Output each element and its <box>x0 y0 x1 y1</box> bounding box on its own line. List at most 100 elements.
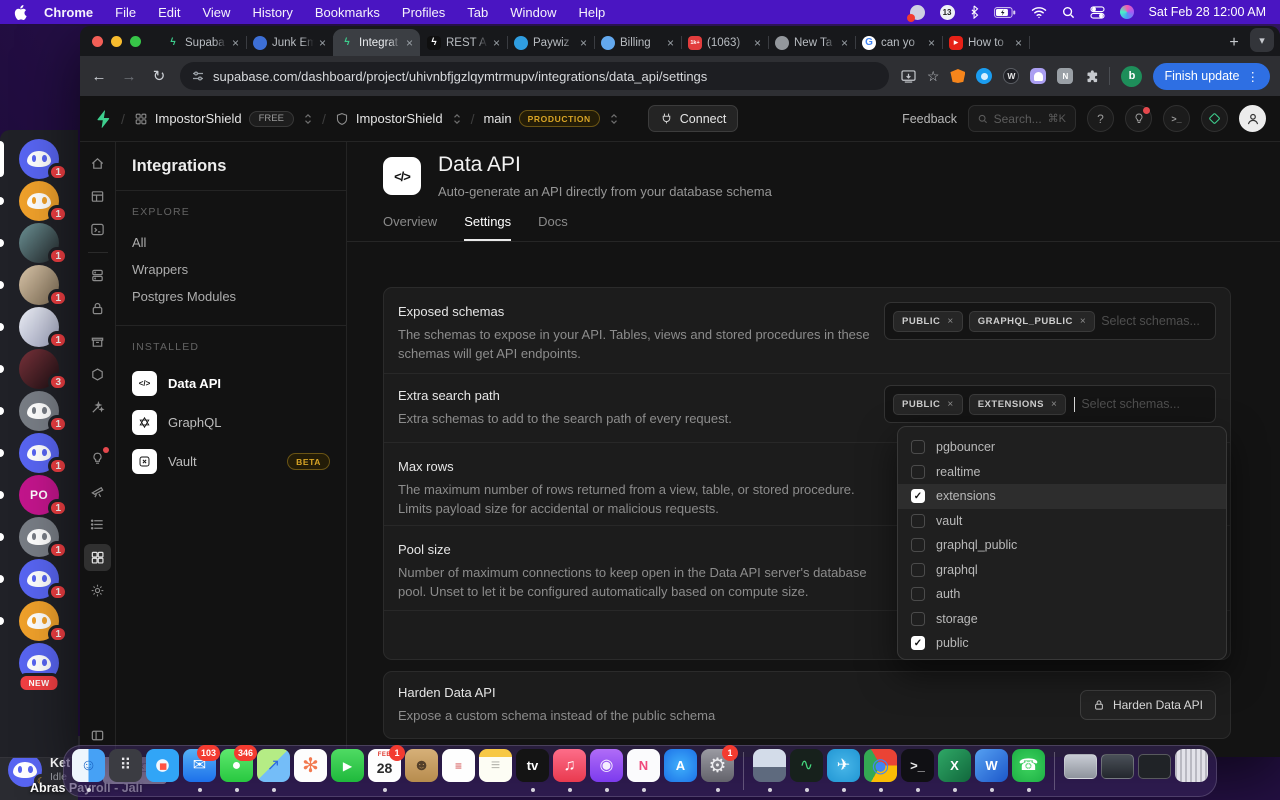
terminal-button[interactable]: >_ <box>1163 105 1190 132</box>
menu-item[interactable]: History <box>252 5 292 20</box>
dock-messages[interactable]: 346 ● <box>220 749 253 793</box>
checkbox[interactable]: ✓ <box>911 514 925 528</box>
menu-item[interactable]: Profiles <box>402 5 445 20</box>
dock-maps[interactable]: ↗ <box>257 749 290 793</box>
remove-tag-icon[interactable]: × <box>1051 399 1057 410</box>
remove-tag-icon[interactable]: × <box>947 399 953 410</box>
dock-excel[interactable]: X <box>938 749 971 793</box>
bluetooth-icon[interactable] <box>970 5 979 19</box>
menu-item[interactable]: Help <box>579 5 606 20</box>
extensions-puzzle-icon[interactable] <box>1084 69 1098 83</box>
assistant-button[interactable] <box>1201 105 1228 132</box>
dock-reminders[interactable]: ≡ <box>442 749 475 793</box>
schema-option[interactable]: ✓ extensions <box>898 484 1226 509</box>
browser-menu-icon[interactable]: ⋮ <box>1247 69 1260 84</box>
page-tab[interactable]: Docs <box>538 214 568 241</box>
dock-telegram[interactable]: ✈ <box>827 749 860 793</box>
browser-tab[interactable]: G can yo × <box>855 29 942 56</box>
browser-tab[interactable]: ϟ REST A × <box>420 29 507 56</box>
tab-close-icon[interactable]: × <box>580 36 587 50</box>
checkbox[interactable]: ✓ <box>911 489 925 503</box>
dock-settings[interactable]: 1 ⚙ <box>701 749 734 793</box>
install-app-icon[interactable] <box>901 70 916 83</box>
schema-tag[interactable]: PUBLIC× <box>893 394 963 415</box>
browser-tab[interactable]: ϟ Supaba × <box>159 29 246 56</box>
dock-trash[interactable] <box>1175 749 1208 793</box>
auth-nav-icon[interactable] <box>84 295 111 322</box>
tab-close-icon[interactable]: × <box>493 36 500 50</box>
connect-button[interactable]: Connect <box>648 105 739 132</box>
menu-item[interactable]: View <box>202 5 230 20</box>
checkbox[interactable]: ✓ <box>911 587 925 601</box>
dock-podcasts[interactable]: ◉ <box>590 749 623 793</box>
dock-finder[interactable]: ☺ <box>72 749 105 793</box>
dock-calendar[interactable]: 1 FEB 28 <box>368 749 401 793</box>
menu-item[interactable]: Tab <box>467 5 488 20</box>
dock-chrome[interactable]: ◉ <box>864 749 897 793</box>
checkbox[interactable]: ✓ <box>911 440 925 454</box>
org-breadcrumb[interactable]: ImpostorShield FREE <box>134 111 313 127</box>
sidebar-item[interactable]: Wrappers <box>132 256 330 283</box>
exposed-schemas-input[interactable]: PUBLIC× GRAPHQL_PUBLIC× Select schemas..… <box>884 302 1216 340</box>
control-center-icon[interactable] <box>1090 6 1105 19</box>
dock-minimized-window-2[interactable] <box>1101 749 1134 793</box>
blue-extension-icon[interactable] <box>976 68 992 84</box>
branch-switcher-icon[interactable] <box>609 112 619 126</box>
dock-minimized-window-1[interactable] <box>1064 749 1097 793</box>
browser-tab[interactable]: ϟ Integrat × <box>333 29 420 56</box>
app-status-icon[interactable] <box>910 5 925 20</box>
sidebar-item[interactable]: Postgres Modules <box>132 283 330 310</box>
dock-safari[interactable]: ◆ <box>146 749 179 793</box>
menu-bar-clock[interactable]: Sat Feb 28 12:00 AM <box>1149 5 1266 19</box>
dock-preview-image[interactable] <box>753 749 786 793</box>
tab-close-icon[interactable]: × <box>754 36 761 50</box>
discord-server-1[interactable]: 1 <box>0 138 78 180</box>
schema-tag[interactable]: EXTENSIONS× <box>969 394 1067 415</box>
checkbox[interactable]: ✓ <box>911 612 925 626</box>
browser-tab[interactable]: 1k+ (1063) × <box>681 29 768 56</box>
dock-tv[interactable]: tv <box>516 749 549 793</box>
tab-close-icon[interactable]: × <box>1015 36 1022 50</box>
schema-option[interactable]: ✓ auth <box>898 582 1226 607</box>
storage-nav-icon[interactable] <box>84 328 111 355</box>
profile-avatar[interactable]: b <box>1121 66 1142 87</box>
forward-button[interactable]: → <box>120 68 138 85</box>
checkbox[interactable]: ✓ <box>911 538 925 552</box>
project-settings-nav-icon[interactable] <box>84 577 111 604</box>
discord-server-10[interactable]: 1 <box>0 516 78 558</box>
dock-contacts[interactable]: ☻ <box>405 749 438 793</box>
address-bar[interactable]: supabase.com/dashboard/project/uhivnbfjg… <box>180 62 889 90</box>
minimize-window-button[interactable] <box>111 36 122 47</box>
schema-tag[interactable]: GRAPHQL_PUBLIC× <box>969 311 1096 332</box>
realtime-nav-icon[interactable] <box>84 394 111 421</box>
help-button[interactable]: ? <box>1087 105 1114 132</box>
checkbox[interactable]: ✓ <box>911 465 925 479</box>
discord-server-7[interactable]: 1 <box>0 390 78 432</box>
database-nav-icon[interactable] <box>84 262 111 289</box>
org-switcher-icon[interactable] <box>303 112 313 126</box>
branch-breadcrumb[interactable]: main PRODUCTION <box>483 110 618 127</box>
dock-activity-monitor[interactable]: ∿ <box>790 749 823 793</box>
wifi-icon[interactable] <box>1031 6 1047 18</box>
spotlight-search-icon[interactable] <box>1062 6 1075 19</box>
tab-search-button[interactable]: ▾ <box>1250 28 1274 52</box>
schema-option[interactable]: ✓ vault <box>898 509 1226 534</box>
project-breadcrumb[interactable]: ImpostorShield <box>335 111 462 126</box>
battery-icon[interactable] <box>994 7 1016 18</box>
menu-item[interactable]: File <box>115 5 136 20</box>
schema-tag[interactable]: PUBLIC× <box>893 311 963 332</box>
harden-data-api-button[interactable]: Harden Data API <box>1080 690 1216 720</box>
dock-terminal[interactable]: >_ <box>901 749 934 793</box>
menu-item[interactable]: Edit <box>158 5 180 20</box>
discord-server-5[interactable]: 1 <box>0 306 78 348</box>
gray-extension-icon[interactable]: N <box>1057 68 1073 84</box>
account-avatar[interactable] <box>1239 105 1266 132</box>
search-input[interactable]: Search... ⌘K <box>968 105 1076 132</box>
sidebar-item-data-api[interactable]: </> Data API <box>132 364 330 403</box>
page-tab[interactable]: Settings <box>464 214 511 241</box>
dock-word[interactable]: W <box>975 749 1008 793</box>
menu-item[interactable]: Bookmarks <box>315 5 380 20</box>
sql-editor-nav-icon[interactable] <box>84 216 111 243</box>
schema-option[interactable]: ✓ graphql_public <box>898 533 1226 558</box>
discord-server-11[interactable]: 1 <box>0 558 78 600</box>
